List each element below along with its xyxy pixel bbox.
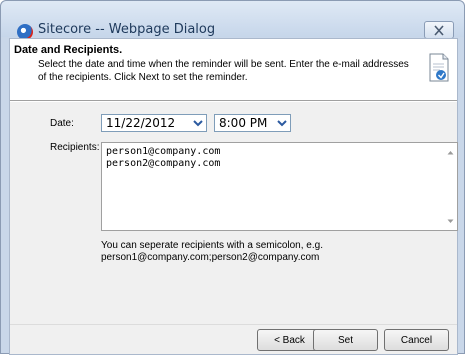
recipients-hint: You can seperate recipients with a semic… [101,240,401,264]
window-title: Sitecore -- Webpage Dialog [38,22,216,37]
form-body: Date: 11/22/2012 8:00 PM Recipients: per… [10,102,458,324]
time-value: 8:00 PM [219,116,268,130]
scroll-down-icon[interactable] [445,216,455,226]
date-label: Date: [50,118,74,129]
hint-line: person1@company.com;person2@company.com [101,252,320,263]
time-select[interactable]: 8:00 PM [214,114,291,132]
recipient-line: person2@company.com [106,158,221,169]
header-title: Date and Recipients. [14,44,123,56]
recipients-textarea[interactable]: person1@company.com person2@company.com [101,142,458,231]
dialog-content: Date and Recipients. Select the date and… [9,38,458,355]
recipients-label: Recipients: [50,142,100,153]
button-bar: < Back Set Cancel [10,324,457,354]
close-icon [434,24,444,36]
dialog-window: Sitecore -- Webpage Dialog Date and Reci… [0,0,465,355]
recipient-line: person1@company.com [106,146,221,157]
chevron-down-icon[interactable] [275,116,289,130]
date-value: 11/22/2012 [106,116,176,130]
header-description: Select the date and time when the remind… [38,59,409,83]
chevron-down-icon[interactable] [191,116,205,130]
scroll-up-icon[interactable] [445,147,455,157]
document-reminder-icon [429,53,449,82]
cancel-button[interactable]: Cancel [384,329,449,351]
set-button[interactable]: Set [313,329,378,351]
date-select[interactable]: 11/22/2012 [101,114,207,132]
wizard-header: Date and Recipients. Select the date and… [10,39,457,101]
hint-line: You can seperate recipients with a semic… [101,240,323,251]
title-bar[interactable]: Sitecore -- Webpage Dialog [1,1,464,40]
close-button[interactable] [424,21,454,39]
